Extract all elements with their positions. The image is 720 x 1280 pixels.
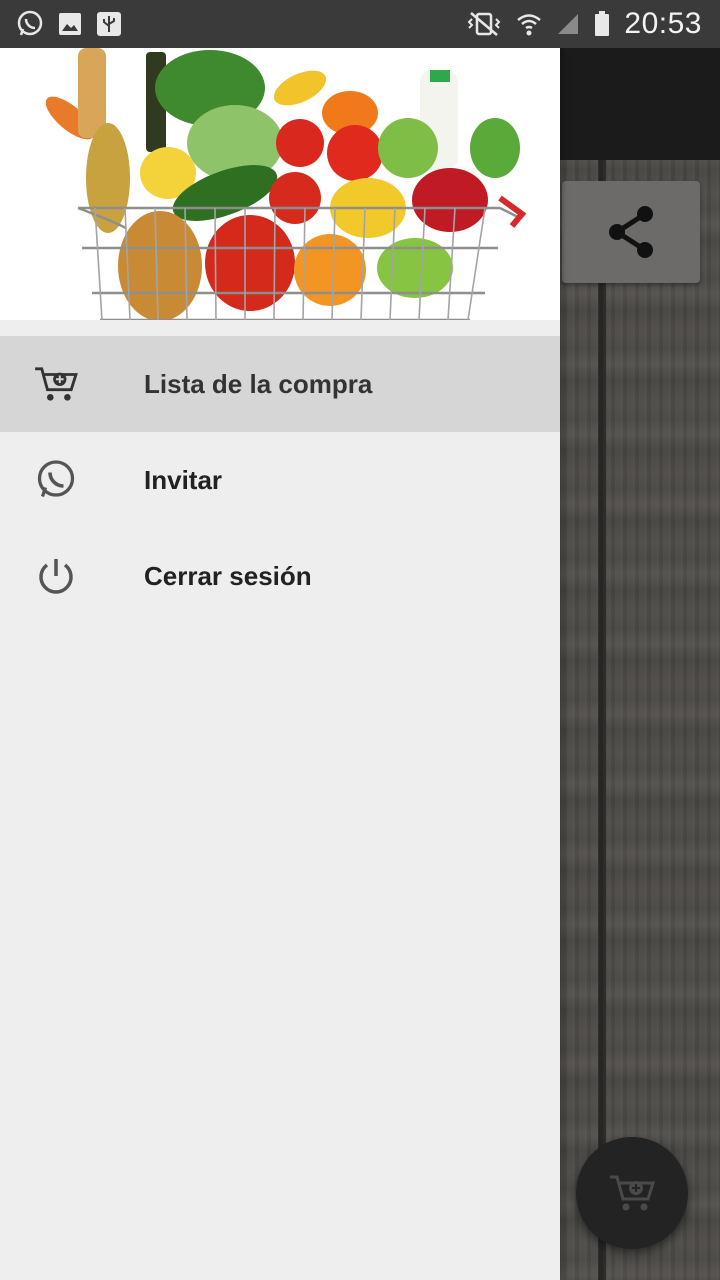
whatsapp-icon xyxy=(37,460,75,498)
image-icon xyxy=(59,13,81,35)
menu-item-label: Invitar xyxy=(144,464,223,495)
usb-icon xyxy=(97,12,121,36)
menu-item-logout[interactable]: Cerrar sesión xyxy=(0,528,560,624)
share-button[interactable] xyxy=(562,181,700,283)
grocery-basket-image xyxy=(0,48,560,320)
vibrate-icon xyxy=(468,12,501,36)
battery-icon xyxy=(595,11,610,36)
drawer-header xyxy=(0,48,560,320)
menu-item-invite[interactable]: Invitar xyxy=(0,432,560,528)
menu-item-shopping-list[interactable]: Lista de la compra xyxy=(0,336,560,432)
share-icon xyxy=(609,206,653,258)
clock: 20:53 xyxy=(624,7,702,40)
status-bar: 20:53 xyxy=(0,0,720,48)
menu-item-label: Lista de la compra xyxy=(144,368,373,399)
drawer-menu: Lista de la compra Invitar Cerrar sesión xyxy=(0,336,560,624)
add-to-cart-fab[interactable] xyxy=(576,1137,688,1249)
power-icon xyxy=(39,559,73,594)
add-to-cart-icon xyxy=(610,1175,656,1211)
signal-icon xyxy=(558,14,579,34)
wifi-icon xyxy=(517,14,542,36)
menu-item-label: Cerrar sesión xyxy=(144,560,312,591)
add-to-cart-icon xyxy=(35,367,78,401)
whatsapp-icon xyxy=(17,10,43,36)
navigation-drawer: Lista de la compra Invitar Cerrar sesión xyxy=(0,48,560,1280)
